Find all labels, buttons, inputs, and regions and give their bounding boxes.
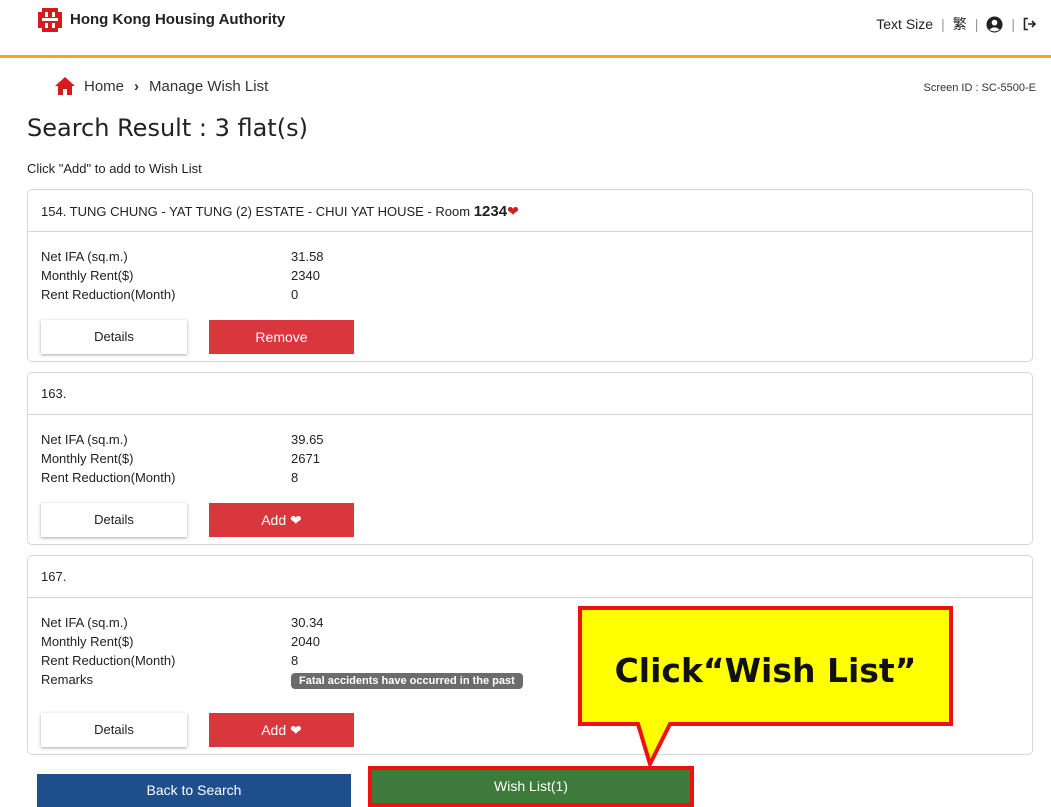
heart-icon: ❤: [507, 203, 519, 219]
back-to-search-button[interactable]: Back to Search: [37, 774, 351, 807]
details-button[interactable]: Details: [41, 320, 187, 354]
flat-title: 154. TUNG CHUNG - YAT TUNG (2) ESTATE - …: [28, 190, 1032, 232]
details-button[interactable]: Details: [41, 713, 187, 747]
info-row: Monthly Rent($) 2671: [41, 451, 691, 470]
logout-icon[interactable]: [1023, 17, 1037, 31]
text-size-button[interactable]: Text Size: [876, 16, 933, 32]
language-toggle[interactable]: 繁: [953, 14, 967, 34]
net-ifa-value: 31.58: [291, 249, 324, 264]
top-tools: Text Size | 繁 | |: [876, 14, 1037, 34]
user-icon[interactable]: [986, 15, 1003, 33]
flat-title: 163.: [28, 373, 1032, 415]
add-button[interactable]: Add ❤: [209, 713, 354, 747]
flat-title-text: 163.: [41, 386, 67, 401]
add-label: Add: [261, 512, 287, 528]
home-icon[interactable]: [55, 77, 75, 95]
remove-button[interactable]: Remove: [209, 320, 354, 354]
top-bar: Hong Kong Housing Authority Text Size | …: [0, 0, 1051, 58]
page-title: Search Result : 3 flat(s): [27, 114, 308, 142]
info-row: Monthly Rent($) 2340: [41, 268, 691, 287]
rent-reduction-label: Rent Reduction(Month): [41, 470, 176, 485]
monthly-rent-value: 2671: [291, 451, 320, 466]
rent-reduction-label: Rent Reduction(Month): [41, 287, 176, 302]
add-label: Add: [261, 722, 287, 738]
callout-text: Click“Wish List”: [614, 651, 917, 690]
info-row: Rent Reduction(Month) 0: [41, 287, 691, 306]
divider: |: [1011, 16, 1015, 32]
heart-icon: ❤: [290, 512, 302, 528]
flat-title-text: 167.: [41, 569, 67, 584]
monthly-rent-value: 2340: [291, 268, 320, 283]
info-row: Net IFA (sq.m.) 31.58: [41, 249, 691, 268]
flat-title: 167.: [28, 556, 1032, 598]
rent-reduction-label: Rent Reduction(Month): [41, 653, 176, 668]
callout-box: [578, 606, 953, 770]
remark-badge: Fatal accidents have occurred in the pas…: [291, 673, 523, 689]
instruction-text: Click "Add" to add to Wish List: [27, 161, 202, 176]
heart-icon: ❤: [290, 722, 302, 738]
breadcrumb: Home › Manage Wish List: [55, 77, 268, 95]
divider: |: [974, 16, 979, 32]
flat-card: 154. TUNG CHUNG - YAT TUNG (2) ESTATE - …: [27, 189, 1033, 362]
housing-authority-logo: [38, 8, 62, 32]
flat-info: Net IFA (sq.m.) 31.58 Monthly Rent($) 2340…: [41, 249, 691, 306]
net-ifa-label: Net IFA (sq.m.): [41, 432, 128, 447]
flat-card: 163. Net IFA (sq.m.) 39.65 Monthly Rent($…: [27, 372, 1033, 545]
divider: |: [941, 16, 945, 32]
rent-reduction-value: 0: [291, 287, 299, 302]
info-row: Net IFA (sq.m.) 39.65: [41, 432, 691, 451]
remarks-label: Remarks: [41, 672, 94, 687]
monthly-rent-label: Monthly Rent($): [41, 268, 134, 283]
add-button[interactable]: Add ❤: [209, 503, 354, 537]
flat-info: Net IFA (sq.m.) 39.65 Monthly Rent($) 2671…: [41, 432, 691, 489]
details-button[interactable]: Details: [41, 503, 187, 537]
flat-title-text: 154. TUNG CHUNG - YAT TUNG (2) ESTATE - …: [41, 204, 474, 219]
info-row: Rent Reduction(Month) 8: [41, 470, 691, 489]
chevron-right-icon: ›: [134, 77, 140, 95]
net-ifa-label: Net IFA (sq.m.): [41, 615, 128, 630]
rent-reduction-value: 8: [291, 470, 299, 485]
net-ifa-label: Net IFA (sq.m.): [41, 249, 128, 264]
room-number: 1234: [473, 203, 508, 220]
breadcrumb-current: Manage Wish List: [149, 77, 269, 95]
breadcrumb-home[interactable]: Home: [84, 78, 124, 95]
net-ifa-value: 39.65: [291, 432, 324, 447]
monthly-rent-label: Monthly Rent($): [41, 634, 134, 649]
monthly-rent-label: Monthly Rent($): [41, 451, 134, 466]
screen-id: Screen ID : SC-5500-E: [923, 82, 1037, 94]
brand-name: Hong Kong Housing Authority: [70, 11, 286, 28]
